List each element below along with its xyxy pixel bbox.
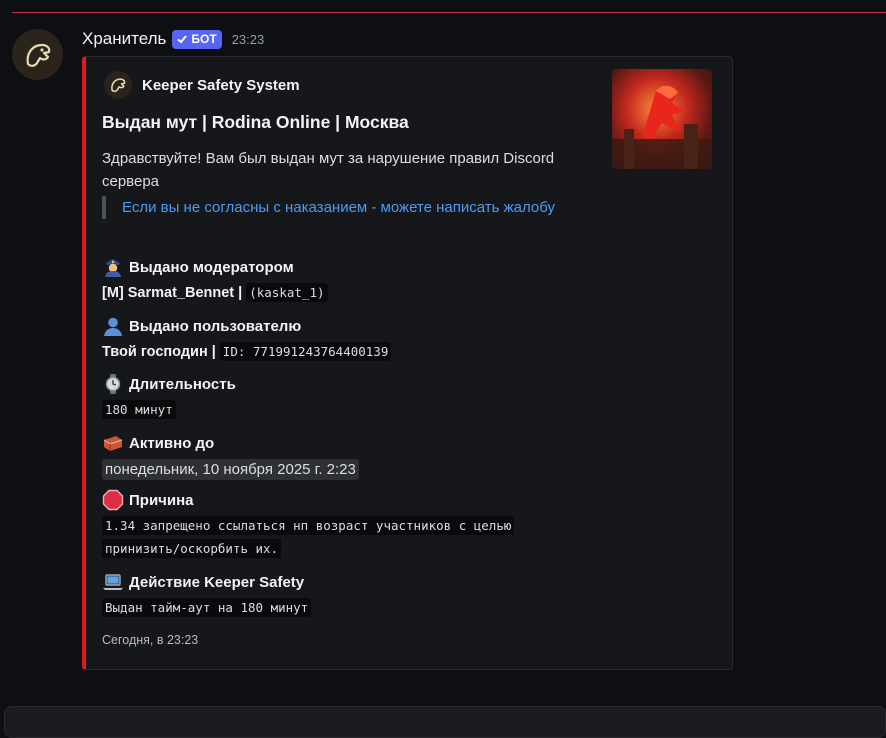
stop-sign-icon	[102, 489, 124, 511]
embed-thumbnail[interactable]	[612, 69, 712, 169]
bot-avatar[interactable]	[12, 29, 63, 80]
message-input[interactable]	[4, 706, 886, 738]
field-duration: Длительность 180 минут	[102, 374, 236, 419]
field-reason: Причина 1.34 запрещено ссылаться нп возр…	[102, 489, 602, 560]
embed-footer: Сегодня, в 23:23	[102, 633, 199, 647]
brick-icon	[103, 436, 123, 451]
field-duration-name: Длительность	[129, 375, 236, 393]
field-action-name: Действие Keeper Safety	[129, 573, 305, 591]
user-name: Твой господин |	[102, 343, 216, 360]
laptop-icon	[103, 574, 123, 590]
reason-line-2: принизить/оскорбить их.	[102, 539, 282, 558]
embed-description: Здравствуйте! Вам был выдан мут за наруш…	[102, 150, 555, 190]
field-action: Действие Keeper Safety Выдан тайм-аут на…	[102, 572, 312, 617]
checkmark-icon	[177, 35, 188, 44]
field-user: Выдано пользователю Твой господин | ID: …	[102, 316, 392, 361]
embed-card: Keeper Safety System Выдан мут | Rodina …	[82, 56, 733, 670]
bot-badge-label: БОТ	[191, 32, 217, 46]
action-value: Выдан тайм-аут на 180 минут	[102, 598, 312, 617]
bot-badge: БОТ	[172, 29, 222, 49]
field-moderator: Выдано модератором [M] Sarmat_Bennet | (…	[102, 257, 328, 302]
embed-title: Выдан мут | Rodina Online | Москва	[102, 112, 409, 132]
field-moderator-name: Выдано модератором	[129, 258, 294, 276]
reason-line-1: 1.34 запрещено ссылаться нп возраст учас…	[102, 516, 515, 535]
new-messages-divider	[12, 12, 886, 13]
field-reason-name: Причина	[129, 491, 194, 509]
moderator-username: (kaskat_1)	[246, 283, 328, 302]
message-timestamp[interactable]: 23:23	[232, 32, 265, 47]
field-active-until: Активно до понедельник, 10 ноября 2025 г…	[102, 433, 359, 480]
field-user-name: Выдано пользователю	[129, 317, 302, 335]
moderator-name: [M] Sarmat_Bennet |	[102, 284, 243, 301]
embed-author: Keeper Safety System	[104, 71, 300, 99]
duration-value: 180 минут	[102, 400, 176, 419]
bust-silhouette-icon	[104, 317, 122, 336]
message-header: Хранитель БОТ 23:23	[82, 28, 264, 50]
embed-author-name: Keeper Safety System	[142, 76, 300, 94]
active-until-timestamp[interactable]: понедельник, 10 ноября 2025 г. 2:23	[102, 459, 359, 480]
keeper-logo-icon	[26, 43, 50, 67]
author-name[interactable]: Хранитель	[82, 29, 166, 49]
embed-quote: Если вы не согласны с наказанием - может…	[102, 196, 582, 219]
keeper-logo-icon	[104, 71, 132, 99]
police-officer-emoji-icon	[105, 259, 121, 277]
rodina-logo-image	[612, 85, 712, 169]
user-id: ID: 771991243764400139	[219, 342, 392, 361]
reason-value: 1.34 запрещено ссылаться нп возраст учас…	[102, 514, 602, 560]
field-active-until-name: Активно до	[129, 434, 215, 452]
watch-icon	[105, 374, 121, 394]
